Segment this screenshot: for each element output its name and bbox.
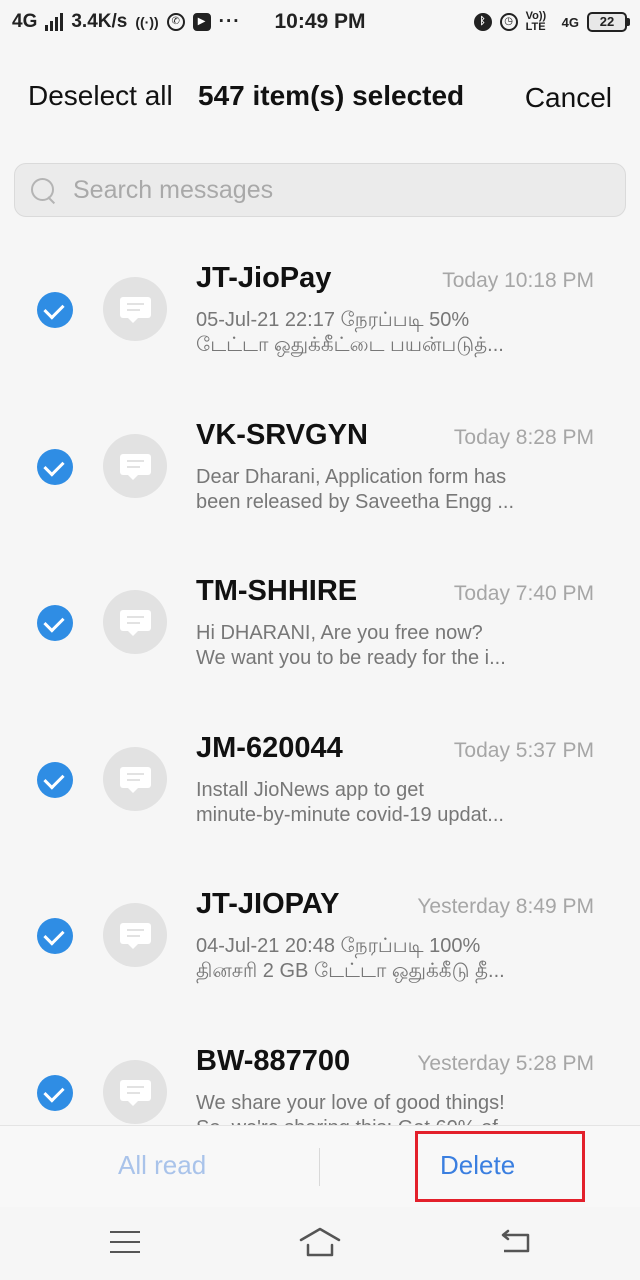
message-bubble-icon xyxy=(120,610,151,636)
checkbox-checked-icon[interactable] xyxy=(37,761,73,798)
message-bubble-icon xyxy=(120,453,151,480)
message-time: Today 5:37 PM xyxy=(453,738,594,762)
status-left: 4G 3.4K/s ((·)) ✆ ▶ ··· xyxy=(12,11,272,33)
avatar xyxy=(103,903,167,967)
preview-line: Dear Dharani, Application form has xyxy=(196,465,507,488)
preview-line: minute-by-minute covid-19 updat... xyxy=(196,803,504,826)
list-item[interactable]: BW-887700 Yesterday 5:28 PM We share you… xyxy=(0,1015,640,1126)
search-bar[interactable] xyxy=(14,163,626,217)
battery-icon: 22 xyxy=(587,12,630,32)
network-type: 4G xyxy=(12,11,38,32)
list-item[interactable]: JM-620044 Today 5:37 PM Install JioNews … xyxy=(0,702,640,859)
message-bubble-icon xyxy=(120,923,151,949)
checkbox-checked-icon[interactable] xyxy=(37,448,73,485)
status-right: ᛒ ◷ Vo)) LTE 4G 22 xyxy=(473,0,630,44)
message-sender: JT-JioPay xyxy=(196,262,332,294)
message-sender: VK-SRVGYN xyxy=(196,418,368,451)
navigation-bar xyxy=(0,1207,640,1280)
list-item[interactable]: JT-JIOPAY Yesterday 8:49 PM 04-Jul-21 20… xyxy=(0,858,640,1015)
message-preview: Install JioNews app to get minute-by-min… xyxy=(196,778,526,828)
message-time: Today 8:28 PM xyxy=(453,425,594,449)
youtube-icon: ▶ xyxy=(192,13,211,31)
message-bubble-icon xyxy=(120,297,151,323)
home-icon[interactable] xyxy=(298,1225,342,1259)
message-time: Today 7:40 PM xyxy=(453,582,594,605)
avatar xyxy=(103,277,167,341)
selection-header: Deselect all 547 item(s) selected Cancel xyxy=(0,60,640,136)
cancel-button[interactable]: Cancel xyxy=(525,82,612,114)
message-preview: We share your love of good things! So, w… xyxy=(196,1091,526,1126)
all-read-button[interactable]: All read xyxy=(118,1150,206,1181)
menu-icon[interactable] xyxy=(110,1231,140,1255)
avatar xyxy=(103,590,167,654)
action-divider xyxy=(319,1148,320,1186)
checkbox-checked-icon[interactable] xyxy=(37,1074,73,1111)
bluetooth-icon: ᛒ xyxy=(473,13,492,31)
preview-line: We share your love of good things! xyxy=(196,1091,505,1114)
message-preview: 05-Jul-21 22:17 நேரப்படி 50% டேட்டா ஒதுக… xyxy=(196,308,526,358)
search-icon xyxy=(29,176,57,204)
message-preview: 04-Jul-21 20:48 நேரப்படி 100% தினசரி 2 G… xyxy=(196,934,526,984)
preview-line: Install JioNews app to get xyxy=(196,778,424,801)
delete-highlight-box xyxy=(415,1131,585,1202)
list-item[interactable]: VK-SRVGYN Today 8:28 PM Dear Dharani, Ap… xyxy=(0,389,640,546)
network-type-right: 4G xyxy=(561,14,579,30)
volte-indicator: Vo)) LTE xyxy=(525,10,547,33)
deselect-all-button[interactable]: Deselect all xyxy=(28,80,173,112)
message-bubble-icon xyxy=(120,766,151,793)
preview-line: We want you to be ready for the i... xyxy=(196,647,506,669)
message-sender: JT-JIOPAY xyxy=(196,888,340,920)
message-sender: TM-SHHIRE xyxy=(196,575,358,607)
message-sender: BW-887700 xyxy=(196,1044,351,1077)
hotspot-icon: ((·)) xyxy=(135,14,159,30)
message-preview: Dear Dharani, Application form has been … xyxy=(196,465,526,515)
list-item[interactable]: JT-JioPay Today 10:18 PM 05-Jul-21 22:17… xyxy=(0,232,640,389)
checkbox-checked-icon[interactable] xyxy=(37,292,73,328)
preview-line: Hi DHARANI, Are you free now? xyxy=(196,622,483,644)
preview-line: 05-Jul-21 22:17 நேரப்படி 50% xyxy=(196,309,470,331)
network-speed: 3.4K/s xyxy=(71,11,128,32)
preview-line: 04-Jul-21 20:48 நேரப்படி 100% xyxy=(196,935,481,957)
checkbox-checked-icon[interactable] xyxy=(37,918,73,954)
message-list[interactable]: JT-JioPay Today 10:18 PM 05-Jul-21 22:17… xyxy=(0,232,640,1125)
preview-line: தினசரி 2 GB டேட்டா ஒதுக்கீடு தீ... xyxy=(196,960,505,982)
whatsapp-icon: ✆ xyxy=(166,13,185,31)
message-bubble-icon xyxy=(120,1079,151,1106)
message-preview: Hi DHARANI, Are you free now? We want yo… xyxy=(196,621,526,671)
preview-line: டேட்டா ஒதுக்கீட்டை பயன்படுத்... xyxy=(196,334,504,356)
alarm-icon: ◷ xyxy=(499,13,518,31)
selected-count: 547 item(s) selected xyxy=(198,80,465,111)
avatar xyxy=(103,746,167,811)
preview-line: been released by Saveetha Engg ... xyxy=(196,490,515,513)
message-sender: JM-620044 xyxy=(196,731,343,764)
battery-level: 22 xyxy=(587,12,627,32)
preview-line: So, we're sharing this: Get 60% of xyxy=(196,1116,526,1126)
back-icon[interactable] xyxy=(498,1229,532,1257)
list-item[interactable]: TM-SHHIRE Today 7:40 PM Hi DHARANI, Are … xyxy=(0,545,640,702)
message-time: Yesterday 8:49 PM xyxy=(417,895,594,918)
avatar xyxy=(103,1059,167,1124)
message-time: Yesterday 5:28 PM xyxy=(417,1051,594,1075)
checkbox-checked-icon[interactable] xyxy=(37,605,73,641)
search-input[interactable] xyxy=(73,175,593,205)
signal-icon xyxy=(45,13,64,31)
more-dots-icon: ··· xyxy=(218,11,241,32)
message-time: Today 10:18 PM xyxy=(442,269,594,292)
avatar xyxy=(103,433,167,498)
status-bar: 4G 3.4K/s ((·)) ✆ ▶ ··· 10:49 PM ᛒ ◷ Vo)… xyxy=(0,0,640,44)
